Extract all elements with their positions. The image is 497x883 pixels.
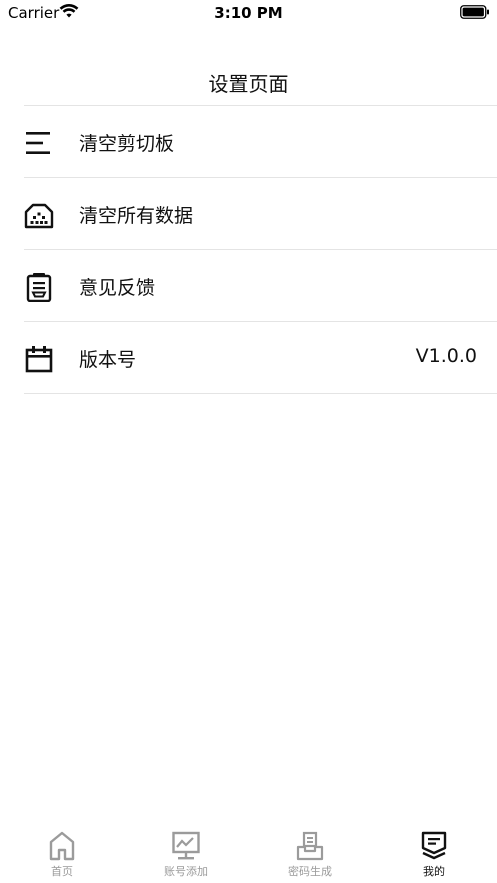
page-title: 设置页面 [208, 72, 289, 96]
tab-add-account[interactable]: 账号添加 [124, 825, 248, 883]
feedback-label: 意见反馈 [79, 277, 156, 299]
version-value: V1.0.0 [415, 345, 477, 367]
version-row[interactable]: 版本号 V1.0.0 [0, 322, 497, 394]
settings-list: 清空剪切板 清空所有数据 意见反馈 版本号 V1.0.0 [0, 106, 497, 394]
clear-data-icon [24, 203, 54, 229]
status-bar: Carrier 3:10 PM [0, 0, 497, 26]
version-label: 版本号 [79, 349, 137, 371]
tab-bar: 首页 账号添加 密码生成 我的 [0, 825, 497, 883]
tab-add-account-label: 账号添加 [164, 865, 208, 878]
tab-home[interactable]: 首页 [0, 825, 124, 883]
row-divider [24, 393, 497, 394]
inbox-icon [296, 831, 324, 861]
status-time: 3:10 PM [214, 4, 283, 22]
tab-password-generator[interactable]: 密码生成 [248, 825, 372, 883]
settings-screen: Carrier 3:10 PM 设置页面 清空剪切板 清空所有数据 意见反馈 版… [0, 0, 497, 883]
clear-all-data-label: 清空所有数据 [79, 205, 194, 227]
tab-home-label: 首页 [51, 865, 73, 878]
chart-board-icon [172, 831, 200, 860]
profile-card-icon [421, 831, 447, 860]
clear-list-icon [26, 132, 50, 154]
tab-mine[interactable]: 我的 [372, 825, 496, 883]
calendar-icon [25, 346, 53, 373]
feedback-row[interactable]: 意见反馈 [0, 250, 497, 322]
feedback-icon [26, 273, 52, 302]
tab-mine-label: 我的 [423, 865, 445, 878]
clear-clipboard-row[interactable]: 清空剪切板 [0, 106, 497, 178]
battery-icon [460, 5, 489, 19]
home-icon [49, 831, 75, 861]
tab-password-generator-label: 密码生成 [288, 865, 332, 878]
clear-all-data-row[interactable]: 清空所有数据 [0, 178, 497, 250]
clear-clipboard-label: 清空剪切板 [79, 133, 175, 155]
